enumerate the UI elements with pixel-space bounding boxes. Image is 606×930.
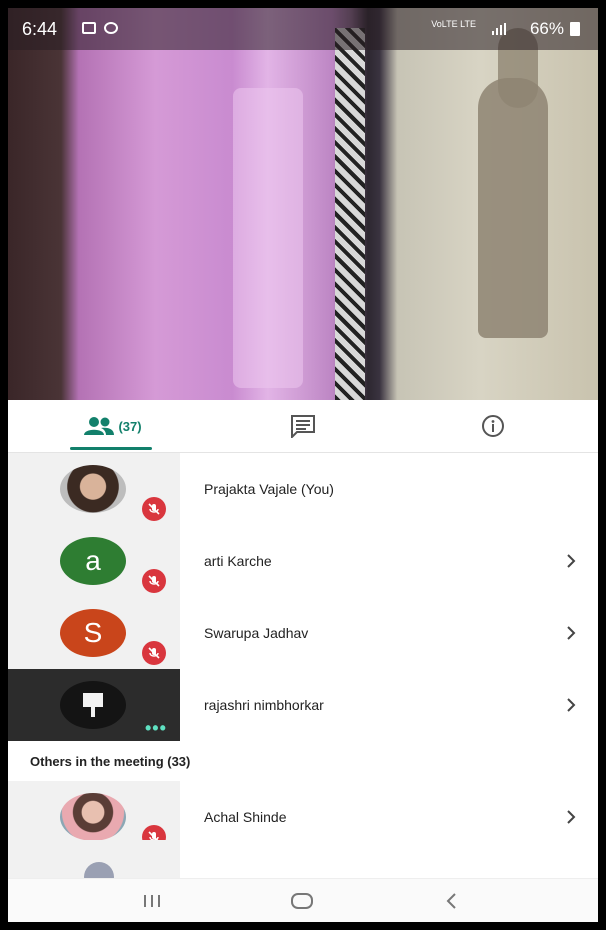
participant-name: arti Karche [204,553,272,569]
signal-icon [492,23,506,35]
participant-name: Achal Shinde [204,809,287,825]
participant-name: rajashri nimbhorkar [204,697,324,713]
avatar [60,793,126,841]
participant-list: Prajakta Vajale (You) a arti Karche S Sw… [8,453,598,853]
participant-row[interactable]: a arti Karche [8,525,598,597]
gallery-icon [82,22,96,34]
status-bar: 6:44 VoLTE LTE 66% [8,8,598,50]
video-feed[interactable]: 6:44 VoLTE LTE 66% [8,8,598,400]
meeting-screen: 6:44 VoLTE LTE 66% (37) Prajakta Vajale … [8,8,598,922]
people-count: (37) [118,418,142,434]
chevron-right-icon[interactable] [566,525,576,597]
mic-off-icon [142,569,166,593]
info-icon [482,415,504,437]
tab-chat[interactable] [258,400,348,452]
participant-row[interactable]: S Swarupa Jadhav [8,597,598,669]
avatar: a [60,537,126,585]
participant-name: Swarupa Jadhav [204,625,309,641]
system-nav-bar [8,878,598,922]
back-icon[interactable] [432,889,472,913]
network-indicator: VoLTE LTE [431,19,476,29]
battery-icon [570,22,580,36]
others-section-title: Others in the meeting (33) [30,753,191,769]
chevron-right-icon[interactable] [566,669,576,741]
chat-bubble-icon [104,22,118,34]
people-icon [84,417,115,435]
avatar [60,465,126,513]
chat-icon [291,415,315,438]
video-pillar [335,28,365,400]
status-time: 6:44 [22,19,58,39]
participant-row[interactable]: Prajakta Vajale (You) [8,453,598,525]
recents-icon[interactable] [132,889,172,913]
chevron-right-icon[interactable] [566,781,576,853]
participant-name: Prajakta Vajale (You) [204,481,334,497]
mic-off-icon [142,641,166,665]
partial-row [8,840,180,892]
more-options-icon: ••• [145,718,167,738]
participant-row[interactable]: ••• rajashri nimbhorkar [8,669,598,741]
tab-people[interactable]: (37) [68,400,158,452]
video-drape [233,88,303,388]
tab-bar: (37) [8,400,598,453]
avatar [60,681,126,729]
tab-info[interactable] [448,400,538,452]
mic-off-icon [142,497,166,521]
avatar: S [60,609,126,657]
active-tab-indicator [70,447,152,450]
chevron-right-icon[interactable] [566,597,576,669]
video-shadow [478,78,548,338]
home-icon[interactable] [282,889,322,913]
battery-percent: 66% [529,19,564,38]
